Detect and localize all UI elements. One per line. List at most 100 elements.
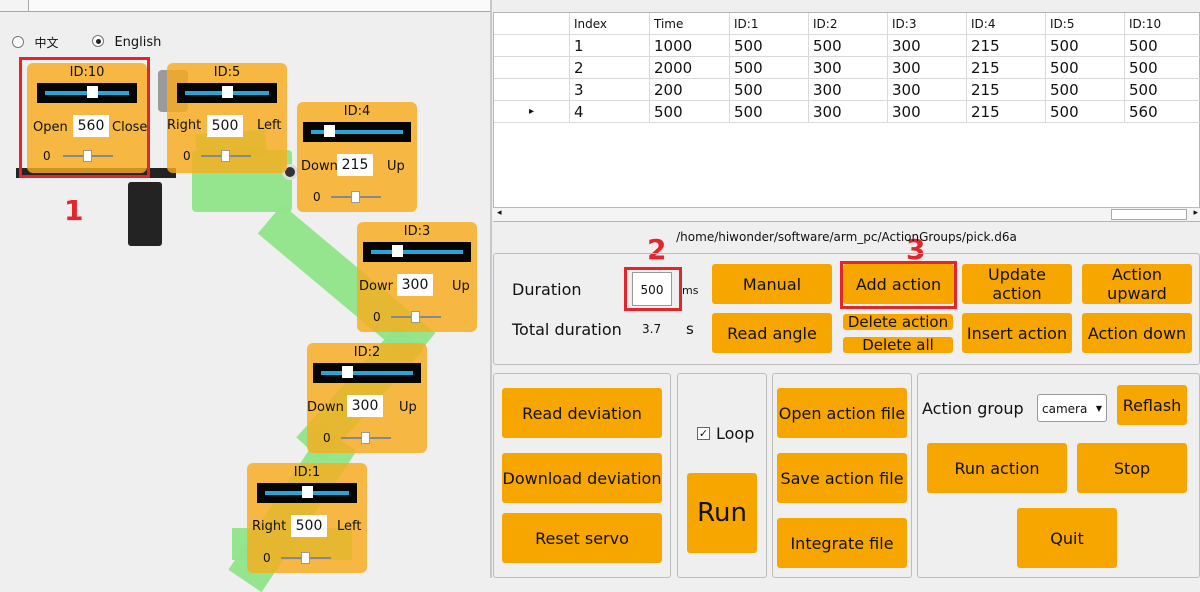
scroll-right-icon[interactable]: ▸ — [1193, 208, 1198, 218]
column-header[interactable]: ID:10 — [1125, 13, 1200, 35]
table-cell[interactable]: 300 — [809, 101, 888, 123]
action-upward-button[interactable]: Action upward — [1082, 264, 1192, 304]
table-row[interactable]: ▸ 4 500 500 300 300 215 500 560 — [494, 101, 1200, 123]
table-cell[interactable]: 500 — [730, 101, 809, 123]
table-row[interactable]: 3 200 500 300 300 215 500 500 — [494, 79, 1200, 101]
table-cell[interactable]: 215 — [967, 57, 1046, 79]
run-button[interactable]: Run — [687, 473, 757, 553]
table-cell[interactable]: 500 — [1046, 79, 1125, 101]
slider-handle[interactable] — [324, 125, 335, 137]
deviation-slider-handle[interactable] — [301, 552, 310, 564]
reflash-button[interactable]: Reflash — [1117, 385, 1187, 425]
action-group-select[interactable]: camera ▼ — [1037, 394, 1107, 422]
table-cell[interactable]: 2 — [570, 57, 650, 79]
slider-handle[interactable] — [392, 245, 403, 257]
table-cell[interactable]: 500 — [1046, 57, 1125, 79]
deviation-slider-handle[interactable] — [221, 150, 230, 162]
column-header[interactable]: Index — [570, 13, 650, 35]
table-cell[interactable]: 3 — [570, 79, 650, 101]
column-header[interactable]: ID:2 — [809, 13, 888, 35]
table-cell[interactable]: 1000 — [650, 35, 730, 57]
chevron-down-icon[interactable]: ▼ — [1096, 395, 1102, 423]
row-header[interactable] — [494, 79, 570, 101]
table-cell[interactable]: 500 — [1125, 79, 1200, 101]
scroll-left-icon[interactable]: ◂ — [497, 208, 502, 218]
row-header[interactable] — [494, 57, 570, 79]
column-header[interactable]: ID:5 — [1046, 13, 1125, 35]
table-row[interactable]: 1 1000 500 500 300 215 500 500 — [494, 35, 1200, 57]
table-cell[interactable]: 300 — [888, 35, 967, 57]
column-header[interactable]: ID:1 — [730, 13, 809, 35]
servo-slider[interactable] — [177, 83, 277, 103]
slider-handle[interactable] — [302, 486, 313, 498]
table-cell[interactable]: 215 — [967, 101, 1046, 123]
table-cell[interactable]: 300 — [888, 57, 967, 79]
delete-all-button[interactable]: Delete all — [843, 336, 953, 354]
table-cell[interactable]: 500 — [1046, 35, 1125, 57]
table-cell[interactable]: 500 — [1046, 101, 1125, 123]
table-cell[interactable]: 300 — [809, 57, 888, 79]
table-cell[interactable]: 200 — [650, 79, 730, 101]
radio-english-circle[interactable] — [92, 35, 104, 47]
loop-checkbox[interactable]: ✓ — [697, 427, 710, 440]
deviation-slider-handle[interactable] — [351, 191, 360, 203]
table-cell[interactable]: 215 — [967, 79, 1046, 101]
duration-input[interactable]: 500 — [632, 272, 672, 306]
column-header[interactable]: ID:4 — [967, 13, 1046, 35]
table-row[interactable]: 2 2000 500 300 300 215 500 500 — [494, 57, 1200, 79]
servo-slider[interactable] — [303, 122, 411, 142]
stop-button[interactable]: Stop — [1077, 443, 1187, 493]
table-cell[interactable]: 500 — [809, 35, 888, 57]
deviation-slider-handle[interactable] — [411, 311, 420, 323]
table-cell[interactable]: 300 — [888, 101, 967, 123]
manual-button[interactable]: Manual — [712, 264, 832, 304]
servo-value-input[interactable]: 300 — [347, 395, 383, 417]
read-deviation-button[interactable]: Read deviation — [502, 388, 662, 438]
column-header[interactable]: Time — [650, 13, 730, 35]
run-action-button[interactable]: Run action — [927, 443, 1067, 493]
table-cell[interactable]: 500 — [1125, 35, 1200, 57]
quit-button[interactable]: Quit — [1017, 508, 1117, 568]
download-deviation-button[interactable]: Download deviation — [502, 453, 662, 503]
table-cell[interactable]: 300 — [809, 79, 888, 101]
servo-slider[interactable] — [313, 363, 421, 383]
column-header[interactable]: ID:3 — [888, 13, 967, 35]
slider-handle[interactable] — [342, 366, 353, 378]
table-cell[interactable]: 300 — [888, 79, 967, 101]
radio-chinese-circle[interactable] — [12, 36, 24, 48]
servo-value-input[interactable]: 500 — [291, 515, 327, 537]
table-cell[interactable]: 560 — [1125, 101, 1200, 123]
servo-slider[interactable] — [257, 483, 357, 503]
integrate-file-button[interactable]: Integrate file — [777, 518, 907, 568]
table-cell[interactable]: 500 — [1125, 57, 1200, 79]
radio-english[interactable]: English — [92, 34, 161, 50]
read-angle-button[interactable]: Read angle — [712, 313, 832, 353]
servo-value-input[interactable]: 215 — [337, 154, 373, 176]
slider-handle[interactable] — [222, 86, 233, 98]
action-table[interactable]: Index Time ID:1 ID:2 ID:3 ID:4 ID:5 ID:1… — [493, 12, 1200, 222]
table-cell[interactable]: 2000 — [650, 57, 730, 79]
table-cell[interactable]: 500 — [650, 101, 730, 123]
table-cell[interactable]: 500 — [730, 57, 809, 79]
reset-servo-button[interactable]: Reset servo — [502, 513, 662, 563]
row-header[interactable]: ▸ — [494, 101, 570, 123]
horizontal-scrollbar[interactable]: ◂ ▸ — [493, 207, 1200, 221]
table-cell[interactable]: 500 — [730, 79, 809, 101]
deviation-slider-handle[interactable] — [361, 432, 370, 444]
scroll-thumb[interactable] — [1111, 209, 1187, 220]
table-cell[interactable]: 4 — [570, 101, 650, 123]
servo-slider[interactable] — [363, 242, 471, 262]
delete-action-button[interactable]: Delete action — [843, 313, 953, 331]
table-cell[interactable]: 215 — [967, 35, 1046, 57]
add-action-button[interactable]: Add action — [843, 264, 954, 304]
radio-chinese[interactable]: 中文 — [12, 34, 58, 51]
insert-action-button[interactable]: Insert action — [962, 313, 1072, 353]
open-action-file-button[interactable]: Open action file — [777, 388, 907, 438]
update-action-button[interactable]: Update action — [962, 264, 1072, 304]
servo-value-input[interactable]: 300 — [397, 274, 433, 296]
table-cell[interactable]: 500 — [730, 35, 809, 57]
action-down-button[interactable]: Action down — [1082, 313, 1192, 353]
row-header[interactable] — [494, 35, 570, 57]
table-cell[interactable]: 1 — [570, 35, 650, 57]
save-action-file-button[interactable]: Save action file — [777, 453, 907, 503]
